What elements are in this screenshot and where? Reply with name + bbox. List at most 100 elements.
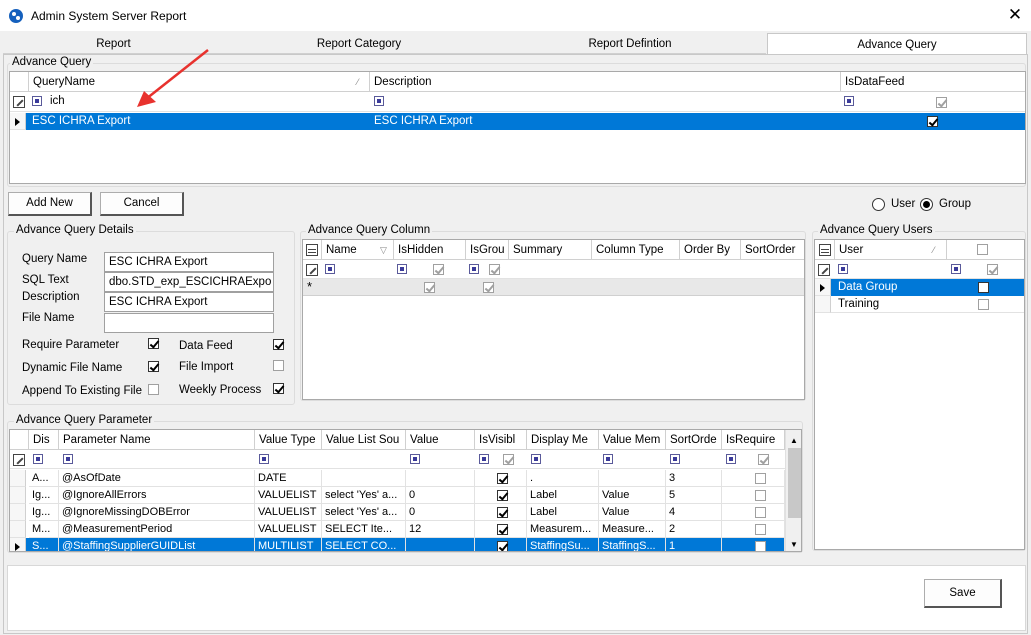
param-cell-sort[interactable]: 5 — [666, 487, 722, 504]
col-header-value-list-source[interactable]: Value List Sou — [322, 430, 406, 450]
required-checkbox[interactable] — [755, 473, 766, 484]
col-header-parameter-name[interactable]: Parameter Name — [59, 430, 255, 450]
table-row[interactable]: Ig... @IgnoreMissingDOBError VALUELIST sele… — [10, 504, 785, 521]
param-cell-dis[interactable]: M... — [29, 521, 59, 538]
table-row[interactable]: Ig... @IgnoreAllErrors VALUELIST select 'Ye… — [10, 487, 785, 504]
col-header-order-by[interactable]: Order By — [680, 240, 741, 260]
filter-icon[interactable] — [410, 454, 420, 464]
col-header-user-select[interactable] — [947, 240, 1024, 260]
scroll-down-icon[interactable]: ▼ — [790, 540, 798, 549]
col-header-isdatafeed[interactable]: IsDataFeed — [841, 72, 1025, 92]
param-cell-visible[interactable] — [475, 538, 527, 551]
filter-icon[interactable] — [374, 96, 384, 106]
param-cell-display[interactable]: Label — [527, 487, 599, 504]
tab-advance-query[interactable]: Advance Query — [767, 33, 1027, 55]
visible-checkbox[interactable] — [497, 507, 508, 518]
filter-funnel-icon[interactable]: ▽ — [380, 240, 387, 259]
table-row[interactable]: Data Group — [815, 279, 1024, 296]
col-header-summary[interactable]: Summary — [509, 240, 592, 260]
group-radio[interactable] — [920, 198, 933, 211]
param-cell-required[interactable] — [722, 521, 785, 538]
param-cell-name[interactable]: @IgnoreMissingDOBError — [59, 504, 255, 521]
param-cell-sort[interactable]: 2 — [666, 521, 722, 538]
filter-icon[interactable] — [838, 264, 848, 274]
advance-query-users-grid[interactable]: User ⁄ Data Group Training — [814, 239, 1025, 550]
isvisible-filter-checkbox[interactable] — [503, 454, 514, 465]
require-parameter-checkbox[interactable] — [148, 338, 159, 349]
param-cell-name[interactable]: @AsOfDate — [59, 470, 255, 487]
table-row[interactable]: ESC ICHRA Export ESC ICHRA Export — [10, 113, 1025, 130]
ishidden-filter-checkbox[interactable] — [433, 264, 444, 275]
param-cell-type[interactable]: VALUELIST — [255, 521, 322, 538]
filter-icon[interactable] — [33, 454, 43, 464]
cancel-button[interactable]: Cancel — [100, 192, 184, 216]
tab-report-definition[interactable]: Report Defintion — [494, 35, 766, 54]
advance-query-column-grid[interactable]: Name ▽ IsHidden IsGrou Summary Column Typ… — [302, 239, 805, 400]
param-cell-name[interactable]: @StaffingSupplierGUIDList — [59, 538, 255, 551]
filter-icon[interactable] — [325, 264, 335, 274]
user-cell[interactable]: Training — [838, 298, 879, 310]
new-row[interactable]: * — [303, 279, 804, 296]
param-cell-sort[interactable]: 4 — [666, 504, 722, 521]
filter-icon[interactable] — [479, 454, 489, 464]
param-cell-name[interactable]: @MeasurementPeriod — [59, 521, 255, 538]
filter-icon[interactable] — [603, 454, 613, 464]
isgroup-filter-checkbox[interactable] — [489, 264, 500, 275]
column-chooser-icon[interactable] — [306, 244, 318, 256]
param-cell-source[interactable]: SELECT Ite... — [322, 521, 406, 538]
param-cell-member[interactable]: Value — [599, 487, 666, 504]
filter-icon[interactable] — [397, 264, 407, 274]
param-cell-source[interactable] — [322, 470, 406, 487]
user-radio[interactable] — [872, 198, 885, 211]
filter-icon[interactable] — [726, 454, 736, 464]
param-cell-dis[interactable]: A... — [29, 470, 59, 487]
save-button[interactable]: Save — [924, 579, 1002, 608]
append-existing-checkbox[interactable] — [148, 384, 159, 395]
param-cell-value[interactable] — [406, 538, 475, 551]
filter-icon[interactable] — [259, 454, 269, 464]
param-cell-dis[interactable]: S... — [29, 538, 59, 551]
param-cell-display[interactable]: Label — [527, 504, 599, 521]
col-header-display-member[interactable]: Display Me — [527, 430, 599, 450]
queryname-cell[interactable]: ESC ICHRA Export — [32, 115, 130, 127]
table-row[interactable]: A... @AsOfDate DATE. 3 — [10, 470, 785, 487]
param-cell-type[interactable]: VALUELIST — [255, 504, 322, 521]
filter-icon[interactable] — [531, 454, 541, 464]
visible-checkbox[interactable] — [497, 541, 508, 551]
col-header-isrequired[interactable]: IsRequire — [722, 430, 785, 450]
col-header-value-type[interactable]: Value Type — [255, 430, 322, 450]
ishidden-checkbox[interactable] — [424, 282, 435, 293]
param-cell-required[interactable] — [722, 538, 785, 551]
param-cell-required[interactable] — [722, 504, 785, 521]
description-cell[interactable]: ESC ICHRA Export — [374, 115, 472, 127]
col-header-user[interactable]: User ⁄ — [835, 240, 947, 260]
param-cell-member[interactable]: Measure... — [599, 521, 666, 538]
param-cell-value[interactable]: 12 — [406, 521, 475, 538]
dynamic-file-name-checkbox[interactable] — [148, 361, 159, 372]
param-cell-required[interactable] — [722, 487, 785, 504]
param-cell-type[interactable]: VALUELIST — [255, 487, 322, 504]
parameter-scrollbar[interactable]: ▲ ▼ — [785, 430, 801, 551]
col-header-name[interactable]: Name ▽ — [322, 240, 394, 260]
param-cell-visible[interactable] — [475, 470, 527, 487]
filter-icon[interactable] — [32, 96, 42, 106]
user-filter-checkbox[interactable] — [987, 264, 998, 275]
param-cell-name[interactable]: @IgnoreAllErrors — [59, 487, 255, 504]
queryname-filter-input[interactable]: ich — [50, 95, 65, 107]
table-row[interactable]: M... @MeasurementPeriod VALUELIST SELECT It… — [10, 521, 785, 538]
filter-icon[interactable] — [951, 264, 961, 274]
isdatafeed-checkbox[interactable] — [927, 116, 938, 127]
param-cell-member[interactable]: StaffingS... — [599, 538, 666, 551]
tab-report-category[interactable]: Report Category — [224, 35, 494, 54]
scroll-up-icon[interactable]: ▲ — [790, 436, 798, 445]
param-cell-display[interactable]: . — [527, 470, 599, 487]
isdatafeed-filter-checkbox[interactable] — [936, 97, 947, 108]
param-cell-sort[interactable]: 1 — [666, 538, 722, 551]
col-header-value-member[interactable]: Value Mem — [599, 430, 666, 450]
data-feed-checkbox[interactable] — [273, 339, 284, 350]
param-cell-visible[interactable] — [475, 521, 527, 538]
param-cell-member[interactable] — [599, 470, 666, 487]
user-cell[interactable]: Data Group — [838, 281, 897, 293]
param-cell-value[interactable]: 0 — [406, 487, 475, 504]
col-header-sortorder[interactable]: SortOrder — [741, 240, 804, 260]
